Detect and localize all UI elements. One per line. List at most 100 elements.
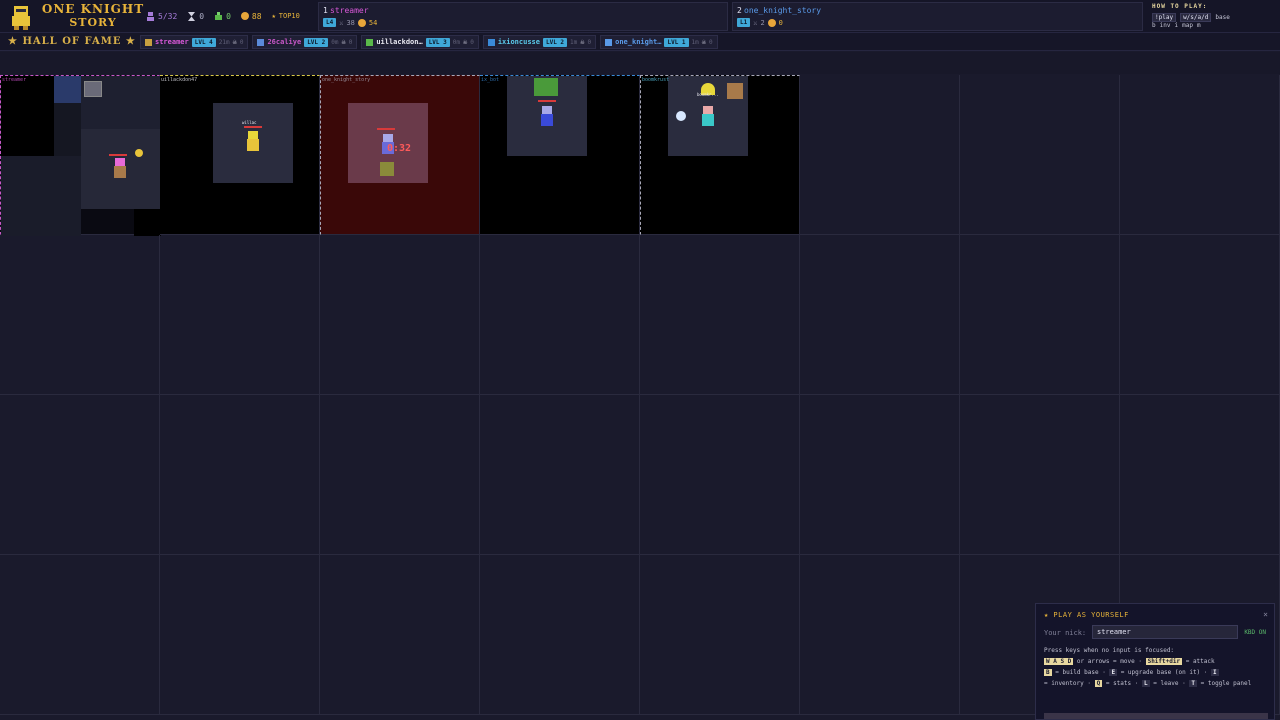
key-play: !play [1152, 13, 1177, 22]
hof-entry[interactable]: ixioncusse LVL 2 1m ☠ 0 [482, 35, 597, 49]
skull-icon: ☠ [341, 38, 346, 46]
top10-label: TOP10 [278, 12, 300, 20]
key-i: I [1211, 669, 1219, 676]
player-avatar-icon [145, 38, 152, 46]
hof-entry[interactable]: 26caliye LVL 2 0m ☠ 0 [252, 35, 358, 49]
level-badge: LVL 2 [304, 37, 329, 47]
help-attack: = attack [1185, 658, 1215, 665]
help-upgrade: = upgrade base (on it) · [1120, 669, 1208, 676]
empty-cell[interactable] [800, 555, 960, 715]
empty-cell[interactable] [160, 235, 320, 395]
top-header: ONE KNIGHT STORY 5/32 0 0 88 ★ TOP10 1 s… [0, 0, 1280, 33]
empty-cell[interactable] [640, 395, 800, 555]
rank-number: 2 [737, 6, 742, 15]
play-button[interactable] [1044, 713, 1268, 719]
keyboard-status[interactable]: KBD ON [1244, 629, 1266, 636]
player-name: streamer [330, 6, 369, 15]
help-intro: Press keys when no input is focused: [1044, 647, 1175, 654]
panel-title: ★ PLAY AS YOURSELF [1044, 611, 1129, 619]
player-avatar-icon [366, 38, 374, 46]
game-cell-2[interactable]: willac uillackdon47 [160, 75, 320, 235]
empty-cell[interactable] [0, 395, 160, 555]
close-icon[interactable]: × [1263, 610, 1268, 619]
empty-cell[interactable] [320, 555, 480, 715]
player-nametag: boomkr... [697, 92, 719, 97]
empty-cell[interactable] [480, 235, 640, 395]
key-b: B [1044, 669, 1052, 676]
cell-owner-label: streamer [2, 77, 27, 83]
empty-cell[interactable] [1120, 75, 1280, 235]
nick-input[interactable] [1092, 625, 1238, 639]
level-badge: L4 [323, 18, 337, 27]
coin-icon [240, 12, 249, 20]
empty-cell[interactable] [640, 235, 800, 395]
hof-time: 21m [218, 38, 230, 46]
key-m: m [1196, 22, 1201, 29]
empty-cell[interactable] [800, 75, 960, 235]
empty-cell[interactable] [0, 235, 160, 395]
hall-of-fame-title: ★ HALL OF FAME ★ [8, 36, 136, 47]
empty-cell[interactable] [0, 555, 160, 715]
player-avatar-icon [257, 38, 265, 46]
empty-cell[interactable] [960, 75, 1120, 235]
kills-value: 0 [226, 11, 231, 21]
empty-cell[interactable] [640, 555, 800, 715]
empty-cell[interactable] [960, 395, 1120, 555]
kills-stat: 0 [214, 11, 231, 21]
key-map-label: map [1182, 22, 1193, 29]
sub-toolbar [0, 52, 1280, 74]
kills-count: 2 [760, 18, 765, 27]
empty-cell[interactable] [1120, 235, 1280, 395]
empty-cell[interactable] [320, 235, 480, 395]
knight-icon [12, 6, 30, 30]
key-shift: Shift+dir [1145, 658, 1183, 665]
game-logo[interactable]: ONE KNIGHT STORY [8, 2, 143, 31]
hof-entry[interactable]: uillackdon… LVL 3 0m ☠ 0 [361, 35, 479, 49]
level-badge: LVL 1 [664, 37, 689, 47]
player-avatar-icon [605, 38, 613, 46]
empty-cell[interactable] [480, 395, 640, 555]
game-cell-4[interactable]: ix_bot [480, 75, 640, 235]
player-avatar-icon [487, 38, 495, 46]
key-i: i [1174, 22, 1179, 29]
health-bar [538, 100, 556, 102]
game-cell-3[interactable]: 0:32 one_knight_story [320, 75, 480, 235]
top10-stat[interactable]: ★ TOP10 [272, 12, 300, 20]
timer-stat: 0 [187, 11, 205, 21]
sword-icon: ⚔ [339, 18, 344, 27]
rank-number: 1 [323, 6, 328, 15]
empty-cell[interactable] [160, 555, 320, 715]
coins-stat: 88 [240, 11, 262, 21]
help-leave: = leave · [1153, 680, 1186, 687]
empty-cell[interactable] [960, 235, 1120, 395]
horse-icon [727, 83, 743, 99]
game-cell-5[interactable]: boomkr... boomkrust [640, 75, 800, 235]
hof-time: 1m [691, 38, 699, 46]
leaderboard-card-1[interactable]: 1 streamer L4 ⚔ 38 54 [318, 2, 728, 31]
leaderboard-card-2[interactable]: 2 one_knight_story L1 ⚔ 2 0 [732, 2, 1143, 31]
key-q: Q [1094, 680, 1103, 687]
game-cell-streamer[interactable]: streamer [0, 75, 161, 236]
hof-skulls: 0 [470, 38, 474, 46]
level-badge: LVL 4 [191, 37, 216, 47]
key-t: T [1189, 680, 1197, 687]
hall-of-fame-list: streamer LVL 4 21m ☠ 0 26caliye LVL 2 0m… [140, 35, 718, 49]
empty-cell[interactable] [480, 555, 640, 715]
empty-cell[interactable] [800, 235, 960, 395]
hof-time: 0m [452, 38, 460, 46]
timer-value: 0 [199, 11, 205, 21]
hof-entry[interactable]: one_knight… LVL 1 1m ☠ 0 [600, 35, 718, 49]
empty-cell[interactable] [320, 395, 480, 555]
coins-value: 88 [251, 11, 262, 21]
hof-entry[interactable]: streamer LVL 4 21m ☠ 0 [140, 35, 249, 49]
how-to-play: HOW TO PLAY: !play w/s/a/d base b inv i … [1148, 2, 1278, 31]
key-l: L [1141, 680, 1150, 687]
health-bar [244, 126, 262, 128]
hall-of-fame-bar: ★ HALL OF FAME ★ streamer LVL 4 21m ☠ 0 … [0, 33, 1280, 51]
empty-cell[interactable] [160, 395, 320, 555]
empty-cell[interactable] [1120, 395, 1280, 555]
sword-icon: ⚔ [753, 18, 758, 27]
help-build: = build base · [1055, 669, 1106, 676]
health-bar [377, 128, 395, 130]
empty-cell[interactable] [800, 395, 960, 555]
